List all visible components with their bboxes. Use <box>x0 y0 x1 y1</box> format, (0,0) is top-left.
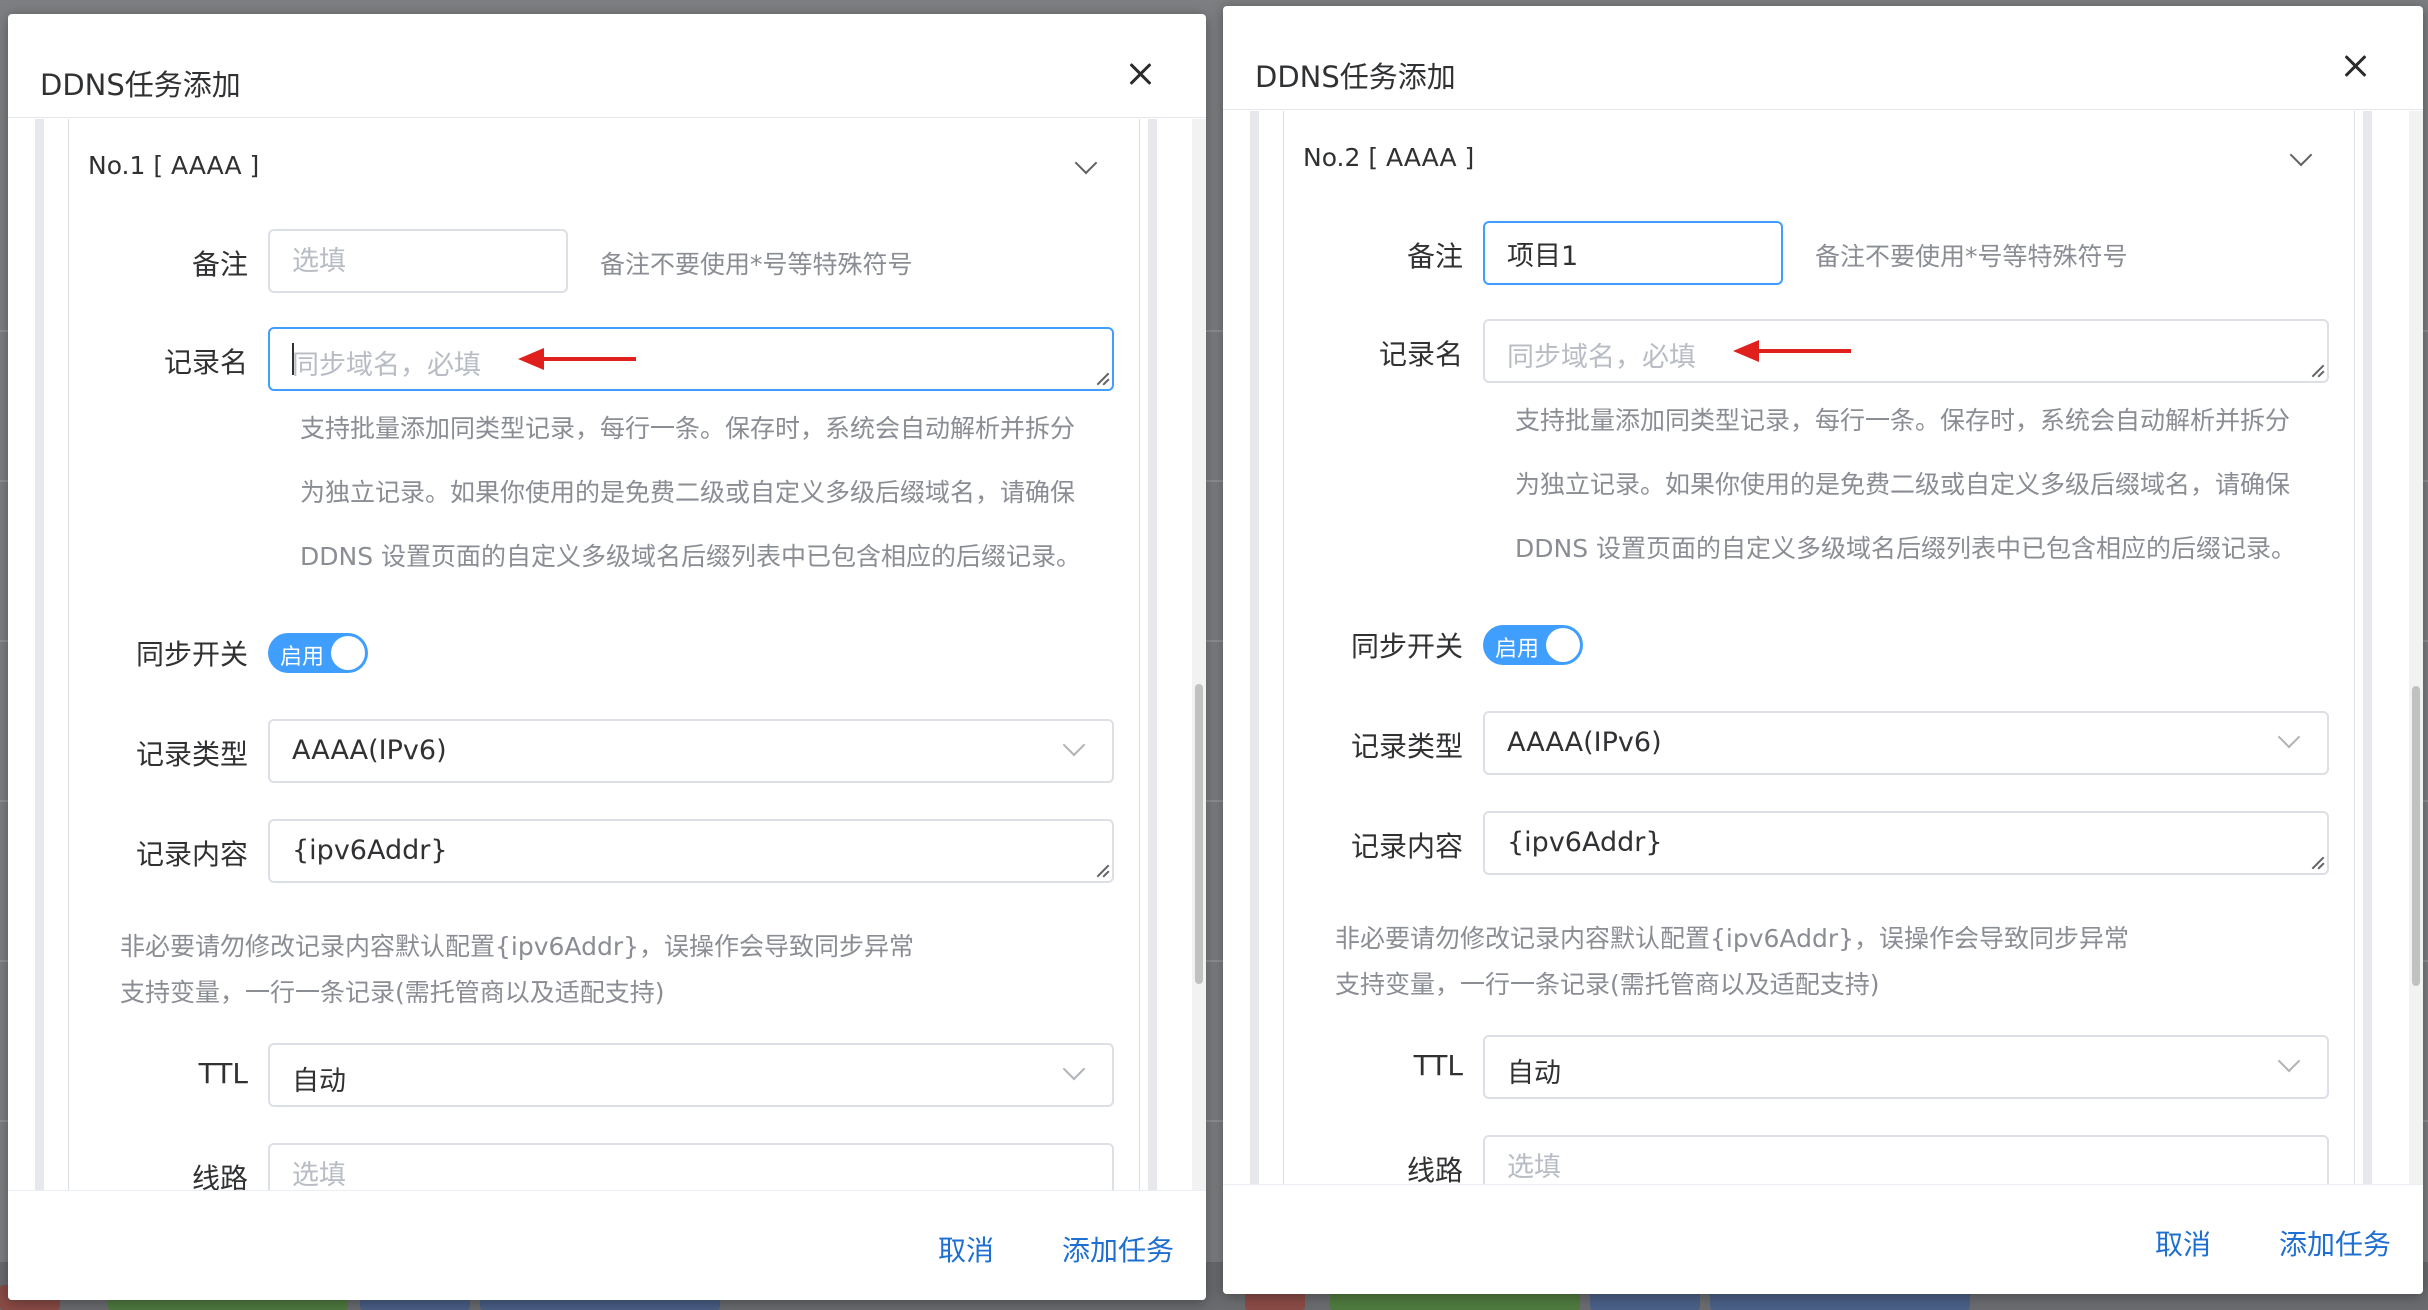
line-input[interactable] <box>268 1143 1114 1190</box>
record-name-help-1: 支持批量添加同类型记录，每行一条。保存时，系统会自动解析并拆分 <box>1515 406 2291 435</box>
chevron-down-icon <box>1062 733 1086 757</box>
dialog-header: DDNS任务添加 <box>1223 6 2423 110</box>
record-type-select[interactable]: AAAA(IPv6) <box>1483 711 2329 775</box>
record-section-title[interactable]: No.2 [ AAAA ] <box>1303 143 1474 172</box>
ttl-select[interactable]: 自动 <box>268 1043 1114 1107</box>
remark-label: 备注 <box>191 248 248 281</box>
record-content-help-2: 支持变量，一行一条记录(需托管商以及适配支持) <box>120 978 665 1007</box>
ttl-select[interactable]: 自动 <box>1483 1035 2329 1099</box>
dialog-scrollbar[interactable] <box>2409 111 2423 1184</box>
record-type-select[interactable]: AAAA(IPv6) <box>268 719 1114 783</box>
record-name-label: 记录名 <box>163 346 248 379</box>
record-name-help-1: 支持批量添加同类型记录，每行一条。保存时，系统会自动解析并拆分 <box>300 414 1076 443</box>
dialog-header: DDNS任务添加 <box>8 14 1206 118</box>
dialog-footer: 取消 添加任务 <box>1223 1184 2423 1294</box>
dialog-footer: 取消 添加任务 <box>8 1190 1206 1300</box>
sync-toggle-state: 启用 <box>1495 637 1540 662</box>
resize-grip-icon[interactable] <box>1095 372 1109 386</box>
record-content-help-2: 支持变量，一行一条记录(需托管商以及适配支持) <box>1335 970 1880 999</box>
sync-switch-label: 同步开关 <box>135 638 248 671</box>
chevron-down-icon <box>2277 1049 2301 1073</box>
annotation-arrow-icon <box>518 348 636 370</box>
sync-switch-label: 同步开关 <box>1350 630 1463 663</box>
record-content-textarea[interactable]: {ipv6Addr} <box>1483 811 2329 875</box>
chevron-down-icon <box>1062 1057 1086 1081</box>
record-content-label: 记录内容 <box>1350 830 1463 863</box>
cancel-button[interactable]: 取消 <box>938 1229 994 1269</box>
close-icon[interactable] <box>1120 54 1160 94</box>
dialog-title: DDNS任务添加 <box>1255 60 1456 94</box>
group-rail <box>1148 119 1157 1190</box>
toggle-knob <box>331 636 365 670</box>
sync-toggle[interactable]: 启用 <box>1483 625 1583 665</box>
group-rail <box>1250 111 1259 1184</box>
toggle-knob <box>1546 628 1580 662</box>
ddns-task-dialog-2: DDNS任务添加 No.2 [ AAAA ] 备注 备注不要使用*号等特殊符号 … <box>1223 6 2423 1294</box>
record-content-help-1: 非必要请勿修改记录内容默认配置{ipv6Addr}，误操作会导致同步异常 <box>1335 924 2130 953</box>
record-name-placeholder: 同步域名，必填 <box>292 350 481 381</box>
dialog-body: No.2 [ AAAA ] 备注 备注不要使用*号等特殊符号 记录名 同步域名，… <box>1223 111 2423 1184</box>
sync-toggle-state: 启用 <box>280 645 325 670</box>
cancel-button[interactable]: 取消 <box>2155 1223 2211 1263</box>
remark-input[interactable] <box>268 229 568 293</box>
record-content-label: 记录内容 <box>135 838 248 871</box>
scrollbar-thumb[interactable] <box>2412 686 2420 986</box>
remark-hint: 备注不要使用*号等特殊符号 <box>600 250 913 279</box>
scrollbar-thumb[interactable] <box>1195 684 1203 984</box>
add-task-button[interactable]: 添加任务 <box>2279 1223 2391 1263</box>
group-rail <box>35 119 44 1190</box>
line-label: 线路 <box>1406 1154 1463 1184</box>
annotation-arrow-icon <box>1733 340 1851 362</box>
record-content-value: {ipv6Addr} <box>1507 827 1663 858</box>
record-name-label: 记录名 <box>1378 338 1463 371</box>
sync-toggle[interactable]: 启用 <box>268 633 368 673</box>
dialog-title: DDNS任务添加 <box>40 68 241 102</box>
record-name-help-2: 为独立记录。如果你使用的是免费二级或自定义多级后缀域名，请确保 <box>300 478 1076 507</box>
add-task-button[interactable]: 添加任务 <box>1062 1229 1174 1269</box>
ttl-value: 自动 <box>292 1066 346 1097</box>
ttl-label: TTL <box>198 1057 248 1090</box>
remark-label: 备注 <box>1406 240 1463 273</box>
record-type-label: 记录类型 <box>135 738 248 771</box>
ttl-value: 自动 <box>1507 1058 1561 1089</box>
record-name-help-3: DDNS 设置页面的自定义多级域名后缀列表中已包含相应的后缀记录。 <box>1515 534 2297 563</box>
record-type-value: AAAA(IPv6) <box>292 735 447 766</box>
record-name-help-2: 为独立记录。如果你使用的是免费二级或自定义多级后缀域名，请确保 <box>1515 470 2291 499</box>
ddns-task-dialog-1: DDNS任务添加 No.1 [ AAAA ] 备注 备注不要使用*号等特殊符号 … <box>8 14 1206 1300</box>
record-content-textarea[interactable]: {ipv6Addr} <box>268 819 1114 883</box>
resize-grip-icon[interactable] <box>2310 856 2324 870</box>
chevron-down-icon <box>2277 725 2301 749</box>
record-type-label: 记录类型 <box>1350 730 1463 763</box>
close-icon[interactable] <box>2335 46 2375 86</box>
line-input[interactable] <box>1483 1135 2329 1184</box>
record-name-placeholder: 同步域名，必填 <box>1507 342 1696 373</box>
group-rail <box>2363 111 2372 1184</box>
ttl-label: TTL <box>1413 1049 1463 1082</box>
record-section-title[interactable]: No.1 [ AAAA ] <box>88 151 259 180</box>
dialog-scrollbar[interactable] <box>1192 119 1206 1190</box>
resize-grip-icon[interactable] <box>2310 364 2324 378</box>
record-name-help-3: DDNS 设置页面的自定义多级域名后缀列表中已包含相应的后缀记录。 <box>300 542 1082 571</box>
record-content-value: {ipv6Addr} <box>292 835 448 866</box>
record-content-help-1: 非必要请勿修改记录内容默认配置{ipv6Addr}，误操作会导致同步异常 <box>120 932 915 961</box>
record-type-value: AAAA(IPv6) <box>1507 727 1662 758</box>
record-name-textarea[interactable]: 同步域名，必填 <box>268 327 1114 391</box>
record-name-textarea[interactable]: 同步域名，必填 <box>1483 319 2329 383</box>
remark-hint: 备注不要使用*号等特殊符号 <box>1815 242 2128 271</box>
resize-grip-icon[interactable] <box>1095 864 1109 878</box>
text-caret <box>292 343 294 375</box>
dialog-body: No.1 [ AAAA ] 备注 备注不要使用*号等特殊符号 记录名 同步域名，… <box>8 119 1206 1190</box>
line-label: 线路 <box>191 1162 248 1190</box>
remark-input[interactable] <box>1483 221 1783 285</box>
